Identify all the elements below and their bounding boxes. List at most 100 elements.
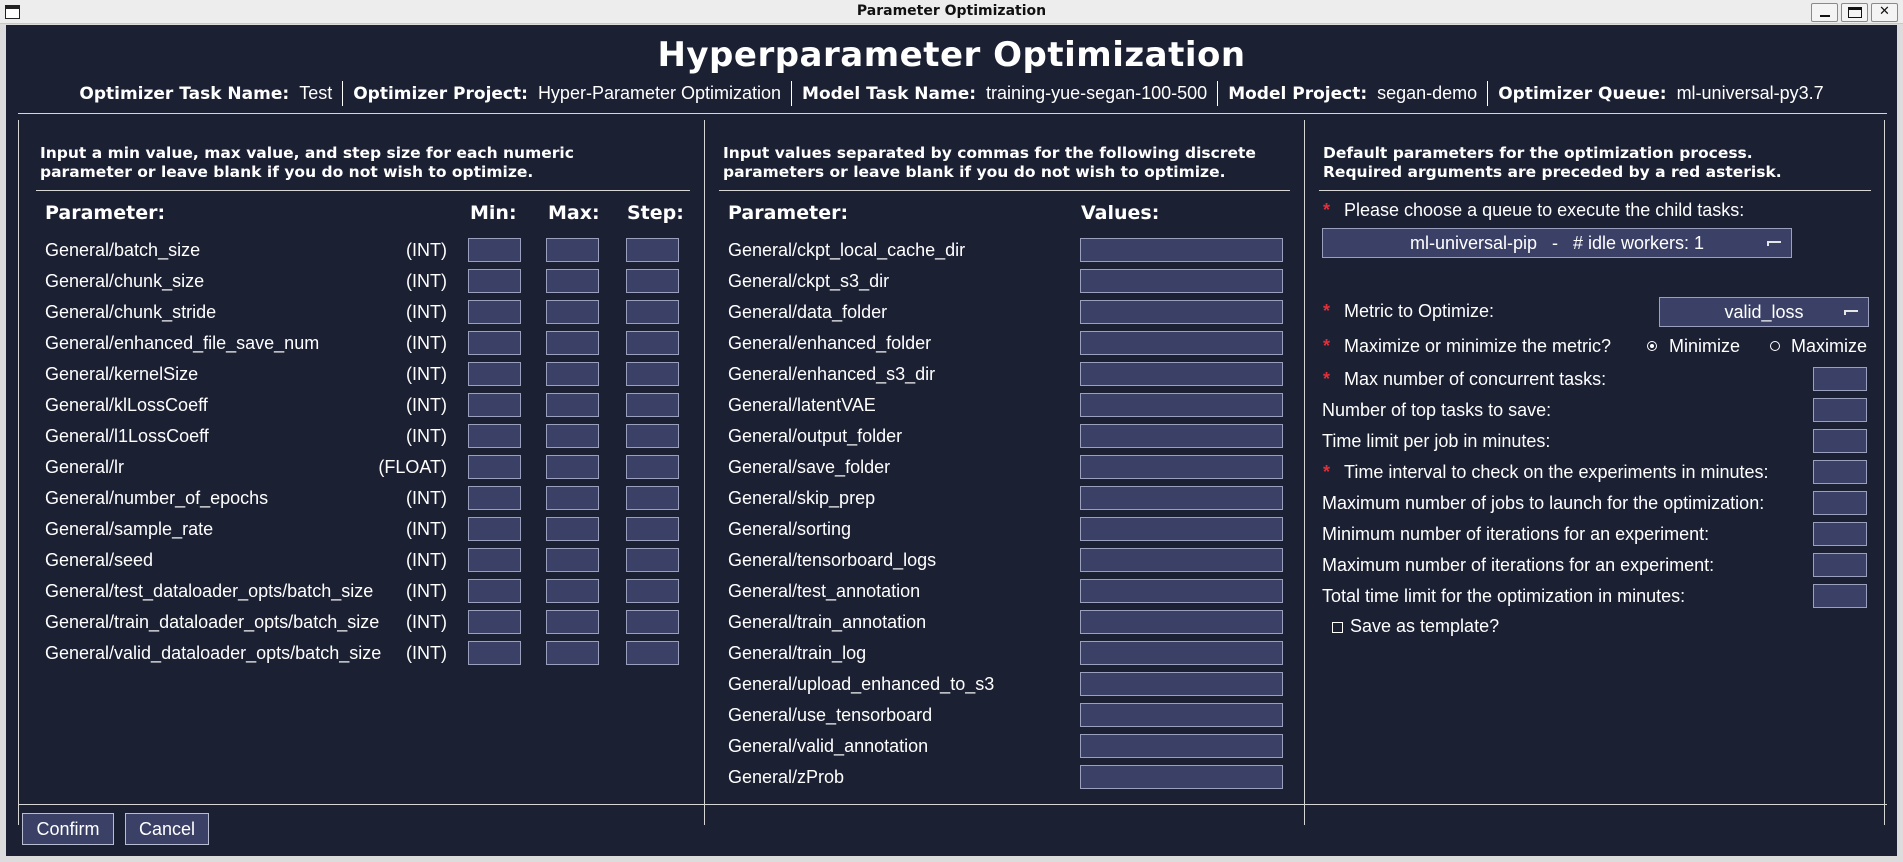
step-input[interactable] (626, 331, 679, 355)
step-input[interactable] (626, 486, 679, 510)
divider (1304, 120, 1305, 825)
step-input[interactable] (626, 269, 679, 293)
min-input[interactable] (468, 300, 521, 324)
numeric-param-name: General/chunk_stride (45, 302, 217, 322)
min-header: Min: (470, 202, 517, 224)
min-input[interactable] (468, 393, 521, 417)
min-input[interactable] (468, 517, 521, 541)
queue-dropdown[interactable]: ml-universal-pip - # idle workers: 1 (1322, 228, 1792, 258)
minimize-label[interactable]: Minimize (1669, 336, 1740, 357)
step-input[interactable] (626, 579, 679, 603)
info-item: Model Project: segan-demo (1217, 81, 1487, 106)
default-field-input[interactable] (1813, 429, 1867, 453)
values-input[interactable] (1080, 269, 1283, 293)
max-input[interactable] (546, 238, 599, 262)
step-header: Step: (627, 202, 684, 224)
values-input[interactable] (1080, 517, 1283, 541)
values-input[interactable] (1080, 486, 1283, 510)
values-input[interactable] (1080, 734, 1283, 758)
step-input[interactable] (626, 641, 679, 665)
min-input[interactable] (468, 269, 521, 293)
values-input[interactable] (1080, 579, 1283, 603)
step-input[interactable] (626, 455, 679, 479)
values-input[interactable] (1080, 362, 1283, 386)
step-input[interactable] (626, 238, 679, 262)
min-input[interactable] (468, 641, 521, 665)
max-input[interactable] (546, 455, 599, 479)
numeric-instructions-line1: Input a min value, max value, and step s… (40, 144, 574, 162)
default-field-input[interactable] (1813, 522, 1867, 546)
min-input[interactable] (468, 331, 521, 355)
default-field-input[interactable] (1813, 367, 1867, 391)
discrete-param-name: General/latentVAE (728, 395, 876, 415)
close-button[interactable]: ✕ (1871, 3, 1898, 22)
values-input[interactable] (1080, 393, 1283, 417)
max-input[interactable] (546, 641, 599, 665)
divider (1884, 120, 1885, 825)
min-input[interactable] (468, 579, 521, 603)
default-field-input[interactable] (1813, 553, 1867, 577)
min-input[interactable] (468, 424, 521, 448)
maximize-radio[interactable] (1770, 341, 1780, 351)
max-input[interactable] (546, 610, 599, 634)
cancel-button[interactable]: Cancel (125, 813, 209, 845)
min-input[interactable] (468, 610, 521, 634)
save-template-checkbox[interactable] (1332, 622, 1343, 633)
required-asterisk: * (1323, 200, 1331, 220)
values-input[interactable] (1080, 300, 1283, 324)
maximize-label[interactable]: Maximize (1791, 336, 1867, 357)
step-input[interactable] (626, 548, 679, 572)
default-field-input[interactable] (1813, 460, 1867, 484)
max-input[interactable] (546, 269, 599, 293)
numeric-param-type: (INT) (406, 643, 447, 663)
confirm-button[interactable]: Confirm (22, 813, 114, 845)
queue-label: Please choose a queue to execute the chi… (1344, 200, 1745, 220)
discrete-param-name: General/upload_enhanced_to_s3 (728, 674, 995, 694)
values-input[interactable] (1080, 238, 1283, 262)
minimize-button[interactable] (1811, 3, 1838, 22)
save-template-label[interactable]: Save as template? (1350, 616, 1499, 637)
values-input[interactable] (1080, 455, 1283, 479)
step-input[interactable] (626, 424, 679, 448)
values-input[interactable] (1080, 548, 1283, 572)
window-title: Parameter Optimization (856, 3, 1047, 19)
min-input[interactable] (468, 238, 521, 262)
min-input[interactable] (468, 362, 521, 386)
min-input[interactable] (468, 548, 521, 572)
values-input[interactable] (1080, 424, 1283, 448)
default-field-input[interactable] (1813, 398, 1867, 422)
values-input[interactable] (1080, 703, 1283, 727)
numeric-param-name: General/train_dataloader_opts/batch_size (45, 612, 380, 632)
discrete-param-name: General/train_log (728, 643, 867, 663)
min-input[interactable] (468, 486, 521, 510)
default-field-input[interactable] (1813, 491, 1867, 515)
default-field-input[interactable] (1813, 584, 1867, 608)
max-input[interactable] (546, 579, 599, 603)
max-input[interactable] (546, 548, 599, 572)
max-input[interactable] (546, 486, 599, 510)
values-input[interactable] (1080, 331, 1283, 355)
queue-selected-value: ml-universal-pip - # idle workers: 1 (1409, 233, 1705, 253)
max-input[interactable] (546, 300, 599, 324)
discrete-param-name: General/use_tensorboard (728, 705, 933, 725)
values-input[interactable] (1080, 641, 1283, 665)
metric-dropdown[interactable]: valid_loss (1659, 297, 1869, 327)
step-input[interactable] (626, 610, 679, 634)
step-input[interactable] (626, 517, 679, 541)
max-input[interactable] (546, 393, 599, 417)
values-input[interactable] (1080, 672, 1283, 696)
step-input[interactable] (626, 300, 679, 324)
divider (704, 120, 705, 825)
values-input[interactable] (1080, 610, 1283, 634)
maximize-button[interactable] (1841, 3, 1868, 22)
max-input[interactable] (546, 331, 599, 355)
max-input[interactable] (546, 362, 599, 386)
minimize-radio[interactable] (1647, 341, 1657, 351)
max-input[interactable] (546, 517, 599, 541)
min-input[interactable] (468, 455, 521, 479)
step-input[interactable] (626, 362, 679, 386)
max-input[interactable] (546, 424, 599, 448)
window-titlebar: Parameter Optimization ✕ (0, 0, 1903, 24)
values-input[interactable] (1080, 765, 1283, 789)
step-input[interactable] (626, 393, 679, 417)
